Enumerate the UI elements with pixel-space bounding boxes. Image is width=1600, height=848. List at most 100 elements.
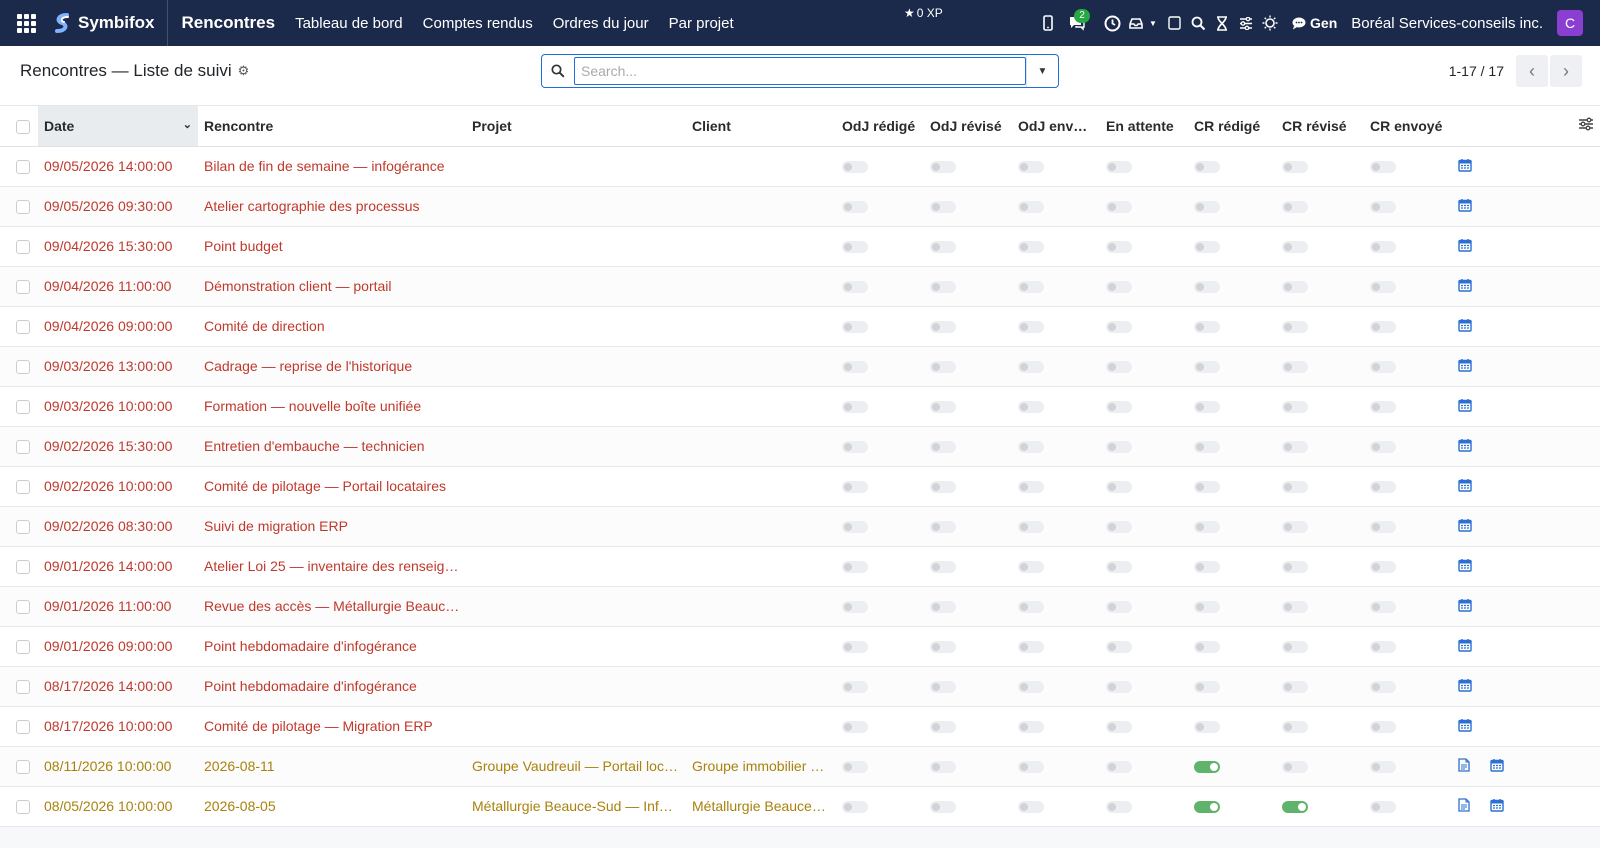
row-checkbox[interactable] bbox=[16, 600, 30, 615]
cell-rencontre[interactable]: Suivi de migration ERP bbox=[198, 506, 466, 547]
column-header-odj-redige[interactable]: OdJ rédigé bbox=[836, 106, 924, 147]
toggle-odj-redige[interactable] bbox=[842, 321, 868, 334]
toggle-cr-envoye[interactable] bbox=[1370, 521, 1396, 534]
toggle-odj-redige[interactable] bbox=[842, 161, 868, 174]
calendar-icon[interactable] bbox=[1490, 758, 1504, 775]
cell-projet[interactable] bbox=[466, 306, 686, 347]
toggle-cr-redige[interactable] bbox=[1194, 801, 1220, 814]
column-header-client[interactable]: Client bbox=[686, 106, 836, 147]
toggle-cr-redige[interactable] bbox=[1194, 561, 1220, 574]
search-input[interactable] bbox=[574, 57, 1026, 85]
toggle-cr-redige[interactable] bbox=[1194, 481, 1220, 494]
cell-projet[interactable] bbox=[466, 146, 686, 187]
toggle-odj-redige[interactable] bbox=[842, 641, 868, 654]
cell-client[interactable] bbox=[686, 506, 836, 547]
row-select-cell[interactable] bbox=[0, 506, 38, 547]
cell-date[interactable]: 08/17/2026 10:00:00 bbox=[38, 706, 198, 747]
row-select-cell[interactable] bbox=[0, 786, 38, 827]
toggle-odj-revise[interactable] bbox=[930, 761, 956, 774]
calendar-icon[interactable] bbox=[1458, 438, 1472, 455]
column-header-cr-redige[interactable]: CR rédigé bbox=[1188, 106, 1276, 147]
toggle-cr-revise[interactable] bbox=[1282, 761, 1308, 774]
pager-next-button[interactable]: › bbox=[1550, 55, 1582, 87]
toggle-cr-envoye[interactable] bbox=[1370, 761, 1396, 774]
toggle-odj-envoye[interactable] bbox=[1018, 601, 1044, 614]
toggle-cr-revise[interactable] bbox=[1282, 161, 1308, 174]
column-header-cr-envoye[interactable]: CR envoyé bbox=[1364, 106, 1452, 147]
toggle-odj-redige[interactable] bbox=[842, 401, 868, 414]
table-row[interactable]: 09/02/2026 08:30:00 Suivi de migration ER… bbox=[0, 506, 1600, 547]
toggle-cr-revise[interactable] bbox=[1282, 801, 1308, 814]
toggle-en-attente[interactable] bbox=[1106, 321, 1132, 334]
calendar-icon[interactable] bbox=[1458, 598, 1472, 615]
pager-value[interactable]: 1-17 / 17 bbox=[1449, 63, 1504, 79]
toggle-en-attente[interactable] bbox=[1106, 561, 1132, 574]
cell-rencontre[interactable]: Comité de pilotage — Migration ERP bbox=[198, 706, 466, 747]
toggle-cr-redige[interactable] bbox=[1194, 281, 1220, 294]
toggle-cr-envoye[interactable] bbox=[1370, 201, 1396, 214]
toggle-cr-envoye[interactable] bbox=[1370, 481, 1396, 494]
toggle-en-attente[interactable] bbox=[1106, 161, 1132, 174]
cell-date[interactable]: 09/01/2026 14:00:00 bbox=[38, 546, 198, 587]
cell-projet[interactable] bbox=[466, 586, 686, 627]
toggle-en-attente[interactable] bbox=[1106, 521, 1132, 534]
toggle-odj-revise[interactable] bbox=[930, 681, 956, 694]
toggle-odj-envoye[interactable] bbox=[1018, 521, 1044, 534]
document-icon[interactable] bbox=[1458, 797, 1470, 815]
toggle-odj-revise[interactable] bbox=[930, 801, 956, 814]
select-all-cell[interactable] bbox=[0, 106, 38, 147]
toggle-odj-redige[interactable] bbox=[842, 201, 868, 214]
search-options-toggle[interactable]: ▼ bbox=[1026, 55, 1058, 87]
toggle-cr-redige[interactable] bbox=[1194, 161, 1220, 174]
row-checkbox[interactable] bbox=[16, 760, 30, 775]
toggle-odj-redige[interactable] bbox=[842, 721, 868, 734]
toggle-cr-revise[interactable] bbox=[1282, 441, 1308, 454]
row-select-cell[interactable] bbox=[0, 546, 38, 587]
cell-date[interactable]: 09/02/2026 10:00:00 bbox=[38, 466, 198, 507]
toggle-cr-envoye[interactable] bbox=[1370, 641, 1396, 654]
toggle-odj-envoye[interactable] bbox=[1018, 401, 1044, 414]
menu-item-ordres-du-jour[interactable]: Ordres du jour bbox=[553, 15, 649, 32]
cell-client[interactable] bbox=[686, 706, 836, 747]
cell-date[interactable]: 09/03/2026 10:00:00 bbox=[38, 386, 198, 427]
toggle-odj-redige[interactable] bbox=[842, 361, 868, 374]
table-row[interactable]: 09/04/2026 09:00:00 Comité de direction bbox=[0, 306, 1600, 347]
activity-button[interactable] bbox=[1100, 0, 1124, 46]
toggle-cr-revise[interactable] bbox=[1282, 561, 1308, 574]
column-header-rencontre[interactable]: Rencontre bbox=[198, 106, 466, 147]
cell-date[interactable]: 09/05/2026 09:30:00 bbox=[38, 186, 198, 227]
toggle-cr-envoye[interactable] bbox=[1370, 401, 1396, 414]
cell-projet[interactable] bbox=[466, 626, 686, 667]
toggle-odj-envoye[interactable] bbox=[1018, 281, 1044, 294]
toggle-cr-redige[interactable] bbox=[1194, 521, 1220, 534]
table-row[interactable]: 09/02/2026 10:00:00 Comité de pilotage — … bbox=[0, 466, 1600, 507]
calendar-icon[interactable] bbox=[1458, 638, 1472, 655]
toggle-odj-envoye[interactable] bbox=[1018, 321, 1044, 334]
filters-button[interactable] bbox=[1234, 0, 1258, 46]
row-select-cell[interactable] bbox=[0, 146, 38, 187]
cell-projet[interactable] bbox=[466, 266, 686, 307]
cell-rencontre[interactable]: Entretien d'embauche — technicien bbox=[198, 426, 466, 467]
toggle-odj-revise[interactable] bbox=[930, 241, 956, 254]
timer-button[interactable] bbox=[1210, 0, 1234, 46]
cell-client[interactable] bbox=[686, 586, 836, 627]
cell-projet[interactable] bbox=[466, 506, 686, 547]
table-row[interactable]: 09/05/2026 09:30:00 Atelier cartographie … bbox=[0, 186, 1600, 227]
theme-button[interactable] bbox=[1258, 0, 1282, 46]
search-tray-button[interactable] bbox=[1186, 0, 1210, 46]
cell-client[interactable] bbox=[686, 386, 836, 427]
cell-rencontre[interactable]: Atelier Loi 25 — inventaire des renseign… bbox=[198, 546, 466, 587]
cell-date[interactable]: 09/01/2026 09:00:00 bbox=[38, 626, 198, 667]
column-header-odj-envoye[interactable]: OdJ envoyé bbox=[1012, 106, 1100, 147]
company-switcher[interactable]: Boréal Services-conseils inc. bbox=[1351, 15, 1543, 32]
toggle-en-attente[interactable] bbox=[1106, 481, 1132, 494]
cell-projet[interactable] bbox=[466, 466, 686, 507]
row-checkbox[interactable] bbox=[16, 240, 30, 255]
toggle-cr-revise[interactable] bbox=[1282, 361, 1308, 374]
cell-date[interactable]: 09/04/2026 09:00:00 bbox=[38, 306, 198, 347]
brand[interactable]: Symbifox bbox=[52, 0, 168, 46]
row-select-cell[interactable] bbox=[0, 626, 38, 667]
toggle-en-attente[interactable] bbox=[1106, 681, 1132, 694]
cell-projet[interactable] bbox=[466, 546, 686, 587]
row-checkbox[interactable] bbox=[16, 400, 30, 415]
